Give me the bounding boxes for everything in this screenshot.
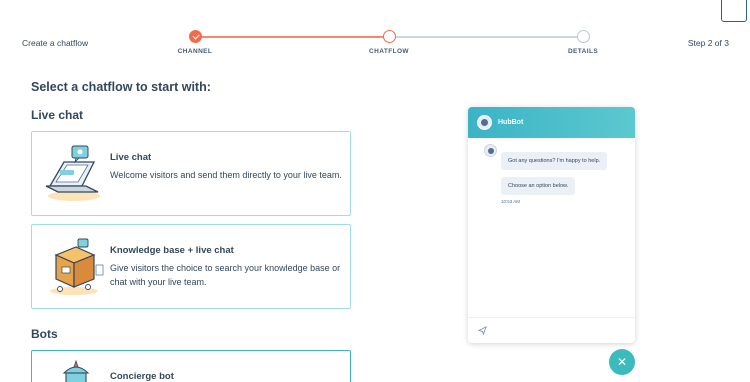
chatflow-option-concierge-bot[interactable]: Concierge bot <box>31 350 351 382</box>
wizard-title: Create a chatflow <box>22 38 89 48</box>
step-channel-complete-icon[interactable] <box>189 30 202 43</box>
step-label-channel[interactable]: CHANNEL <box>178 48 213 55</box>
chat-composer <box>468 317 635 343</box>
card-description: Welcome visitors and send them directly … <box>110 170 342 180</box>
send-icon <box>478 326 487 335</box>
stepper-line-complete <box>195 36 389 38</box>
card-title: Concierge bot <box>110 371 174 382</box>
step-label-chatflow: CHATFLOW <box>369 48 409 55</box>
step-label-details: DETAILS <box>567 48 599 55</box>
chatflow-option-knowledge-base-live-chat[interactable]: Knowledge base + live chat Give visitors… <box>31 224 351 309</box>
checkmark-icon <box>192 32 199 40</box>
step-details-upcoming-icon <box>577 30 590 43</box>
message-timestamp: 10:53 AM <box>501 199 521 204</box>
chat-message: Got any questions? I'm happy to help. <box>501 152 608 170</box>
step-chatflow-current-icon <box>383 30 396 43</box>
card-title: Knowledge base + live chat <box>110 245 234 256</box>
knowledge-box-illustration <box>50 238 104 295</box>
section-heading-bots: Bots <box>31 327 58 341</box>
bot-avatar <box>477 115 492 130</box>
stepper-line-upcoming <box>389 36 583 38</box>
chat-launcher-button[interactable]: ✕ <box>609 349 635 375</box>
bot-name: HubBot <box>498 119 524 126</box>
concierge-bot-illustration <box>62 359 90 382</box>
section-heading-live-chat: Live chat <box>31 108 84 122</box>
card-title: Live chat <box>110 152 152 163</box>
close-icon: ✕ <box>616 355 628 369</box>
card-description: Give visitors the choice to search your … <box>110 263 341 287</box>
preview-header: HubBot <box>468 107 635 138</box>
laptop-chat-illustration <box>45 145 100 201</box>
chatflow-option-live-chat[interactable]: Live chat Welcome visitors and send them… <box>31 131 351 216</box>
chat-message: Choose an option below. <box>501 177 576 195</box>
top-corner-button[interactable] <box>721 0 747 22</box>
chat-widget-preview: HubBot Got any questions? I'm happy to h… <box>468 107 635 343</box>
progress-stepper: CHANNEL CHATFLOW DETAILS <box>178 30 598 60</box>
page-heading: Select a chatflow to start with: <box>31 80 211 94</box>
step-indicator: Step 2 of 3 <box>687 38 729 48</box>
message-avatar <box>484 144 497 157</box>
